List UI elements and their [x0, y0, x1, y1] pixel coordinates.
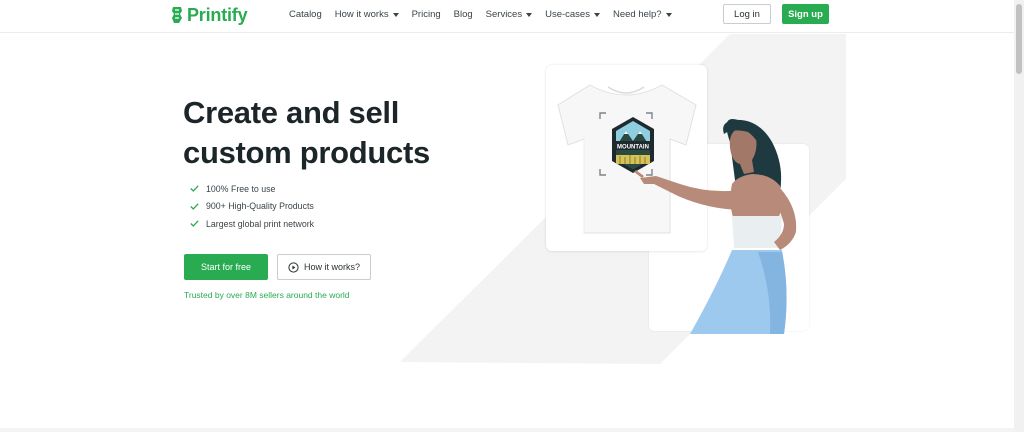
logo-text: Printify: [187, 4, 248, 25]
feature-text: Largest global print network: [206, 218, 315, 229]
printify-logo[interactable]: Printify: [170, 4, 248, 26]
nav-label: Pricing: [411, 9, 441, 20]
nav-services[interactable]: Services: [485, 9, 533, 20]
chevron-down-icon: [665, 13, 672, 17]
feature-item: 100% Free to use: [190, 180, 314, 198]
feature-item: 900+ High-Quality Products: [190, 198, 314, 216]
nav-pricing[interactable]: Pricing: [412, 9, 441, 20]
trusted-text: Trusted by over 8M sellers around the wo…: [184, 290, 350, 300]
hero-title-line1: Create and sell: [183, 95, 400, 130]
login-button[interactable]: Log in: [723, 4, 771, 24]
checkmark-icon: [190, 203, 199, 210]
page-scrollbar[interactable]: [1014, 0, 1024, 432]
feature-text: 900+ High-Quality Products: [206, 201, 314, 212]
nav-label: How it works: [334, 9, 389, 20]
section-divider: [0, 428, 1014, 432]
checkmark-icon: [190, 185, 199, 193]
signup-button[interactable]: Sign up: [782, 4, 829, 24]
nav-label: Catalog: [289, 9, 322, 20]
hero-title: Create and sell custom products: [183, 93, 483, 173]
nav-blog[interactable]: Blog: [454, 9, 473, 20]
hero-title-line2: custom products: [183, 135, 430, 170]
nav-how-it-works[interactable]: How it works: [335, 9, 399, 20]
start-for-free-button[interactable]: Start for free: [184, 254, 268, 280]
nav-label: Services: [485, 9, 523, 20]
feature-item: Largest global print network: [190, 215, 314, 233]
main-nav: Catalog How it works Pricing Blog Servic…: [289, 9, 672, 20]
nav-need-help[interactable]: Need help?: [613, 9, 672, 20]
printify-logo-icon: [172, 7, 182, 23]
how-it-works-button[interactable]: How it works?: [277, 254, 371, 280]
checkmark-icon: [190, 220, 199, 228]
nav-use-cases[interactable]: Use-cases: [545, 9, 600, 20]
play-icon: [288, 261, 299, 273]
woman-illustration: [634, 118, 797, 334]
chevron-down-icon: [526, 13, 533, 17]
how-it-works-label: How it works?: [303, 262, 360, 272]
feature-list: 100% Free to use 900+ High-Quality Produ…: [190, 180, 314, 233]
nav-label: Blog: [453, 9, 473, 20]
scrollbar-thumb[interactable]: [1016, 4, 1022, 74]
nav-catalog[interactable]: Catalog: [289, 9, 322, 20]
feature-text: 100% Free to use: [206, 183, 276, 194]
site-header: Printify Catalog How it works Pricing Bl…: [0, 0, 1014, 33]
chevron-down-icon: [392, 13, 399, 17]
chevron-down-icon: [593, 13, 600, 17]
nav-label: Need help?: [612, 9, 662, 20]
nav-label: Use-cases: [545, 9, 590, 20]
